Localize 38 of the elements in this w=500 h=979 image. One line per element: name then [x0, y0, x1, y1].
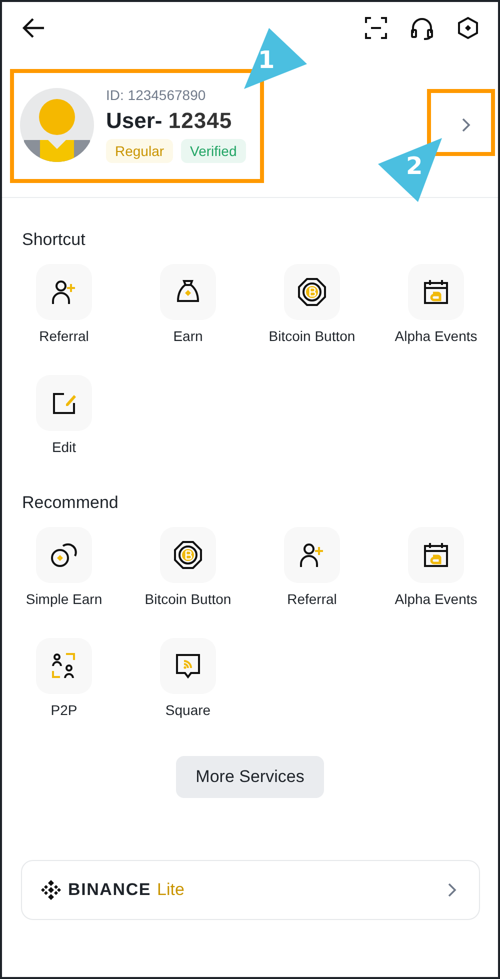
- section-title: Recommend: [21, 493, 120, 513]
- shortcut-item[interactable]: P2P: [2, 638, 126, 718]
- headset-icon[interactable]: [410, 16, 434, 40]
- bitcoin-icon: [297, 277, 327, 307]
- callout-number: 2: [406, 152, 423, 180]
- username: User- 12345: [106, 108, 234, 134]
- settings-icon[interactable]: [456, 16, 480, 40]
- shortcut-item[interactable]: Earn: [126, 264, 250, 344]
- shortcut-item[interactable]: Edit: [2, 375, 126, 455]
- shortcut-item[interactable]: Bitcoin Button: [126, 527, 250, 607]
- calendar-icon: [422, 541, 450, 569]
- tier-tag: Regular: [106, 139, 174, 163]
- back-arrow-icon[interactable]: [22, 17, 46, 39]
- verified-tag: Verified: [181, 139, 246, 163]
- shortcut-item[interactable]: Referral: [2, 264, 126, 344]
- bitcoin-icon: [173, 540, 203, 570]
- diamond-logo-icon: [40, 879, 62, 901]
- section-title: Shortcut: [21, 230, 86, 250]
- shortcut-item[interactable]: Alpha Events: [374, 264, 498, 344]
- callout-number: 1: [258, 46, 275, 74]
- chevron-right-icon: [447, 882, 457, 898]
- callout-arrow: [376, 136, 444, 204]
- shortcut-item[interactable]: Referral: [250, 527, 374, 607]
- user-id: ID: 1234567890: [106, 87, 207, 103]
- shortcut-item[interactable]: Bitcoin Button: [250, 264, 374, 344]
- people-icon: [50, 652, 78, 680]
- shortcut-item[interactable]: Square: [126, 638, 250, 718]
- lite-card[interactable]: BINANCE Lite: [21, 860, 480, 920]
- shortcut-item[interactable]: Alpha Events: [374, 527, 498, 607]
- scan-icon[interactable]: [364, 16, 388, 40]
- add-user-icon: [298, 541, 326, 569]
- lite-label: Lite: [157, 880, 184, 900]
- brand-name: BINANCE: [68, 880, 152, 900]
- more-services-button[interactable]: More Services: [176, 756, 324, 798]
- add-user-icon: [50, 278, 78, 306]
- shortcut-item[interactable]: Simple Earn: [2, 527, 126, 607]
- chat-feed-icon: [174, 652, 202, 680]
- calendar-icon: [422, 278, 450, 306]
